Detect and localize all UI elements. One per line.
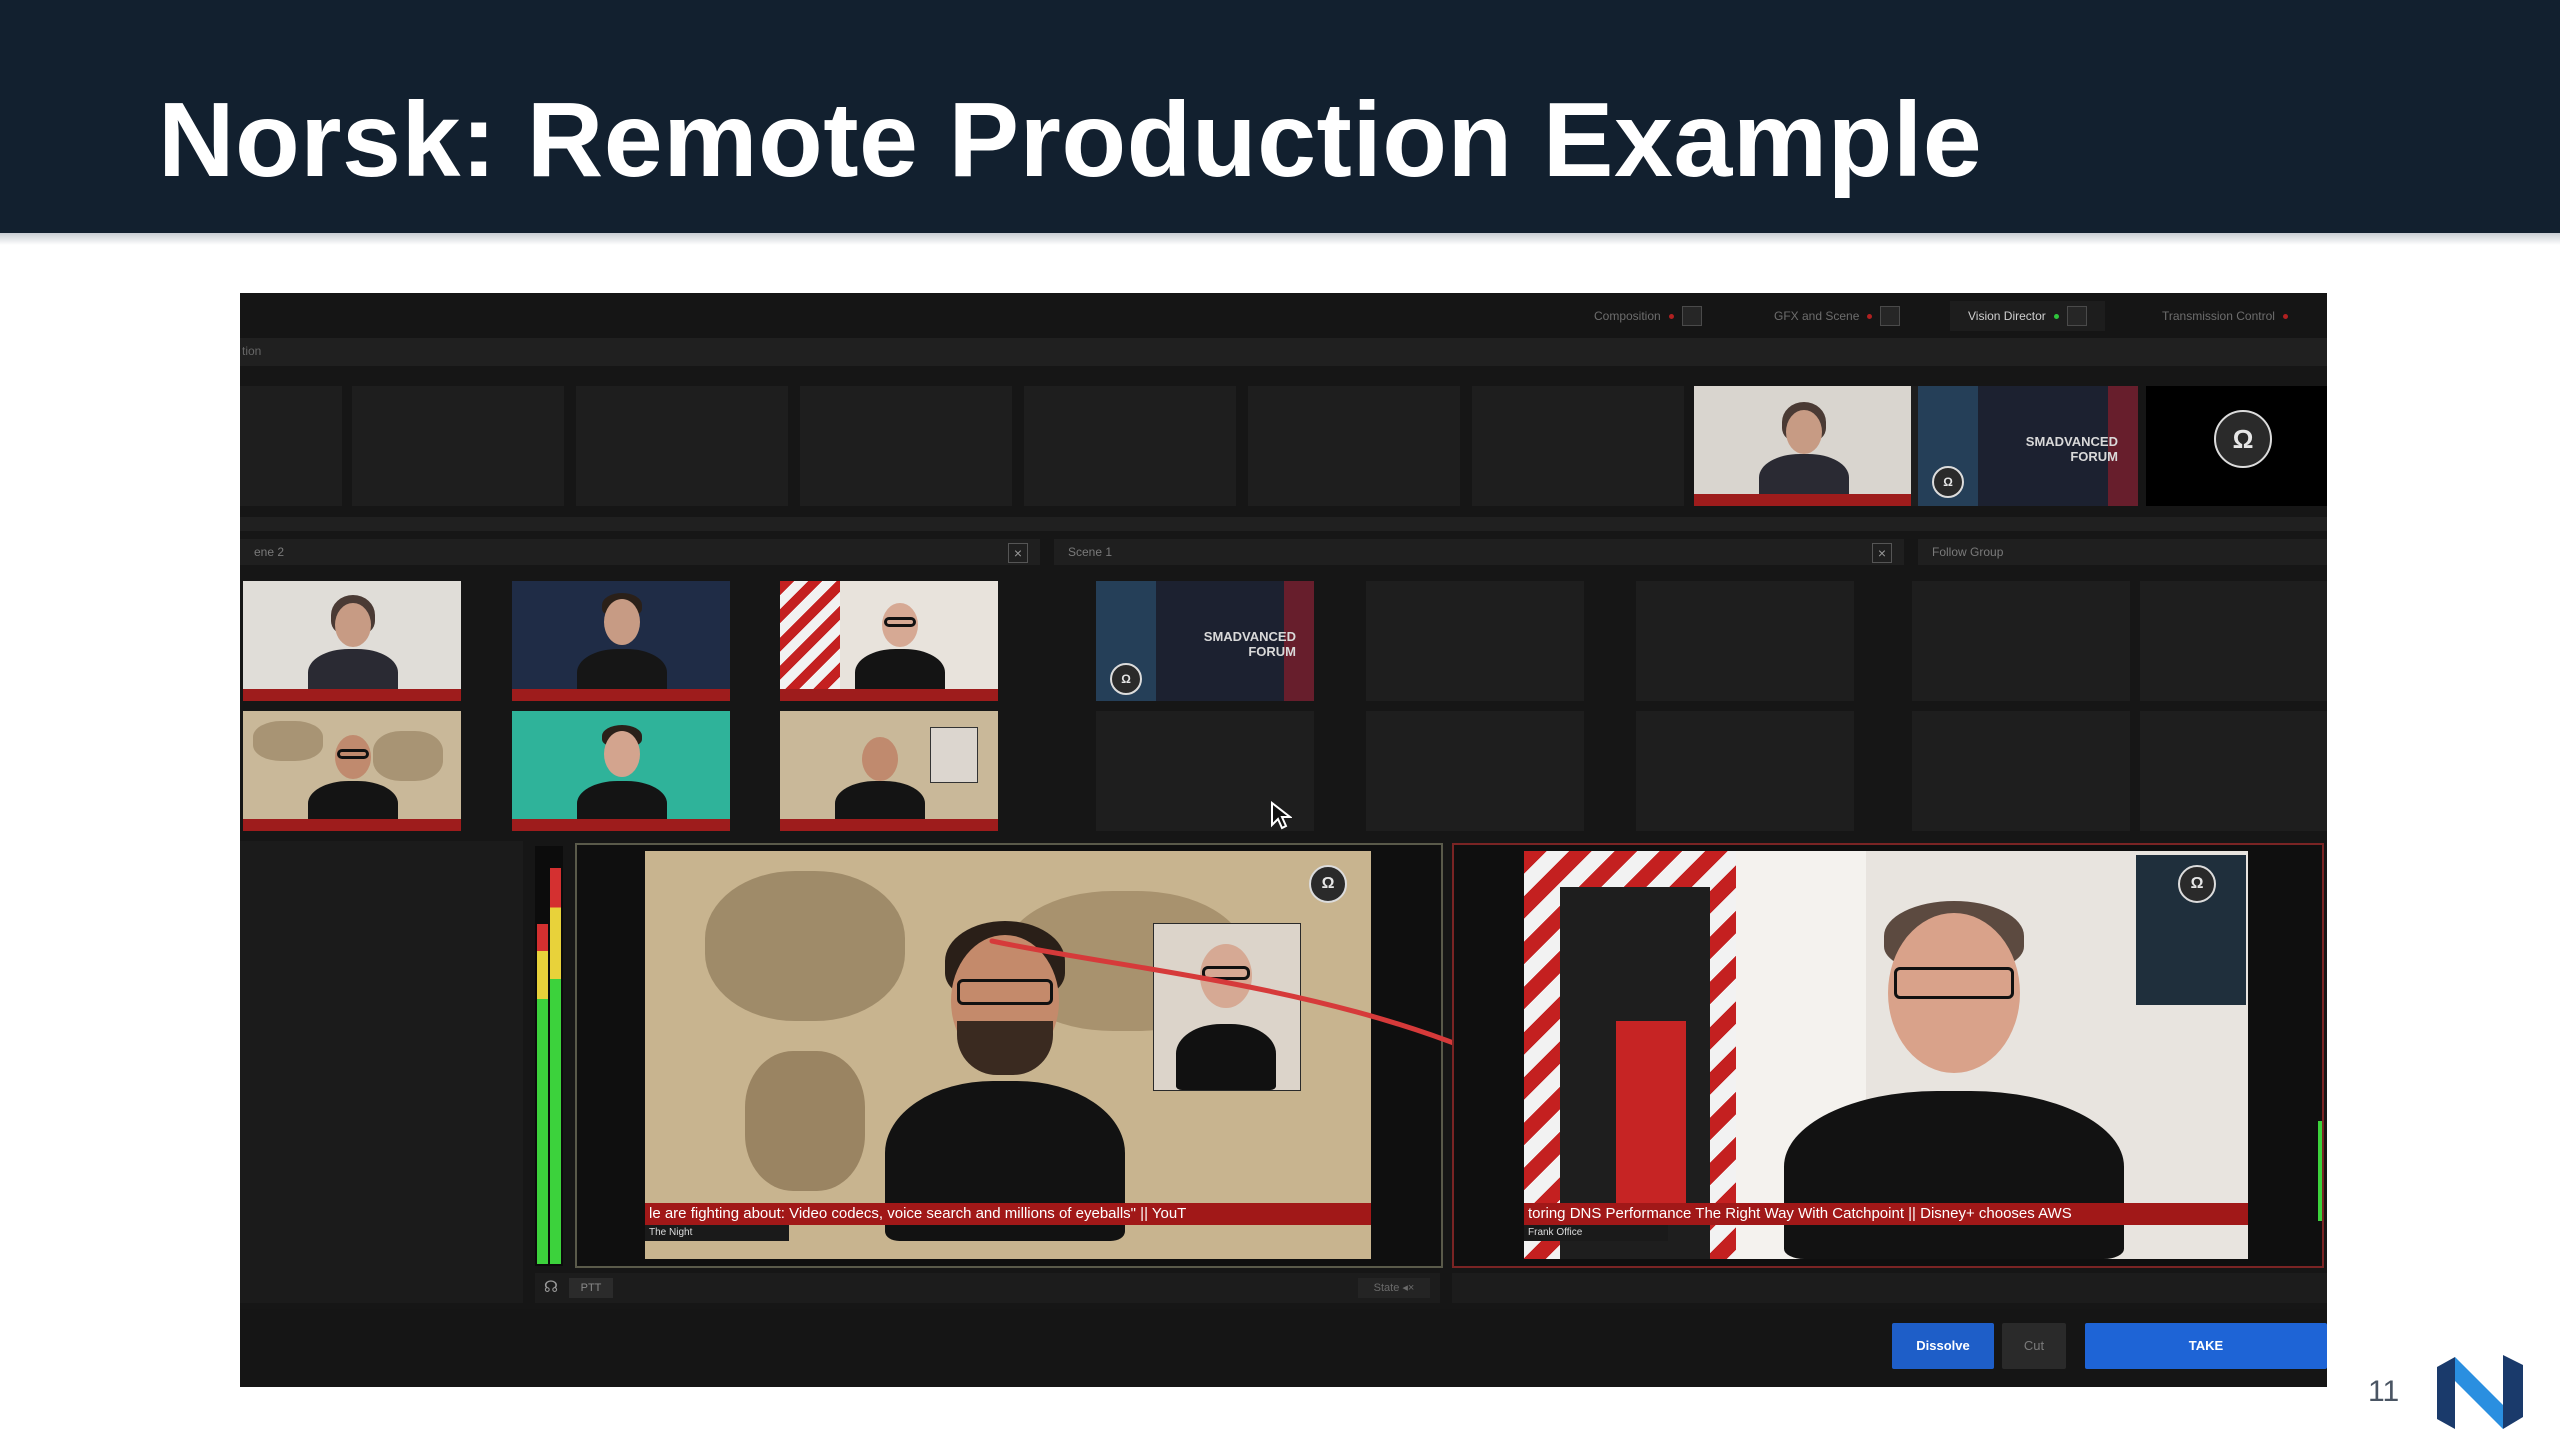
scarf xyxy=(1616,1021,1686,1211)
program-video: Ω toring DNS Performance The Right Way W… xyxy=(1524,851,2248,1259)
slide-number: 11 xyxy=(2368,1375,2400,1408)
lower-third: Frank Office xyxy=(1524,1225,1668,1241)
state-button[interactable]: State ◂× xyxy=(1358,1278,1430,1298)
dissolve-button[interactable]: Dissolve xyxy=(1892,1323,1994,1369)
cut-button[interactable]: Cut xyxy=(2002,1323,2066,1369)
ptt-button[interactable]: PTT xyxy=(569,1278,613,1298)
state-label: State xyxy=(1373,1282,1400,1294)
news-ticker: toring DNS Performance The Right Way Wit… xyxy=(1524,1203,2248,1225)
logo-icon: Ω xyxy=(2178,865,2216,903)
headphones-icon[interactable]: ☊ xyxy=(541,1278,561,1298)
preview-controls: ☊ PTT State ◂× xyxy=(535,1273,1440,1303)
production-app-screenshot: Composition GFX and Scene Vision Directo… xyxy=(240,293,2327,1387)
program-monitor[interactable]: Ω toring DNS Performance The Right Way W… xyxy=(1452,843,2324,1268)
slide-title: Norsk: Remote Production Example xyxy=(158,81,1983,199)
take-button[interactable]: TAKE xyxy=(2085,1323,2327,1369)
slide-header: Norsk: Remote Production Example xyxy=(0,0,2560,245)
speaker-icon: ◂× xyxy=(1402,1282,1415,1294)
norsk-logo-icon xyxy=(2437,1355,2523,1429)
